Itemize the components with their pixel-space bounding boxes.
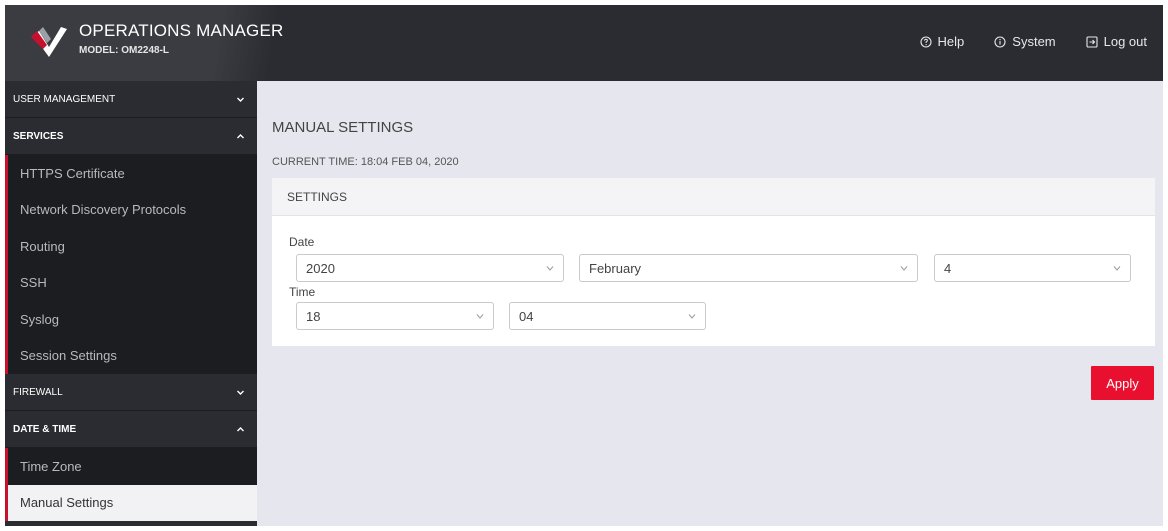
month-select[interactable]: February xyxy=(579,254,918,282)
sidebar-section-label: FIREWALL xyxy=(13,386,63,398)
sidebar-section-services[interactable]: SERVICES xyxy=(5,118,257,155)
help-label: Help xyxy=(937,34,965,49)
logout-label: Log out xyxy=(1103,34,1147,49)
sidebar-section-user-management[interactable]: USER MANAGEMENT xyxy=(5,81,257,118)
date-label: Date xyxy=(289,235,315,249)
sidebar-item-ssh[interactable]: SSH xyxy=(5,264,257,301)
chevron-down-icon xyxy=(546,266,554,271)
settings-panel: SETTINGS Date 2020 February 4 Time 18 04 xyxy=(272,178,1155,346)
current-time: CURRENT TIME: 18:04 FEB 04, 2020 xyxy=(272,156,459,168)
chevron-down-icon xyxy=(476,314,484,319)
top-nav: Help System Log out xyxy=(919,34,1147,49)
minute-select[interactable]: 04 xyxy=(509,302,706,330)
sidebar-section-label: USER MANAGEMENT xyxy=(13,93,116,105)
chevron-up-icon xyxy=(237,426,244,431)
logout-icon xyxy=(1086,35,1098,48)
sidebar-item-https-certificate[interactable]: HTTPS Certificate xyxy=(5,155,257,192)
chevron-up-icon xyxy=(237,133,244,138)
chevron-down-icon xyxy=(237,97,244,102)
sidebar-item-routing[interactable]: Routing xyxy=(5,228,257,265)
sidebar-item-network-discovery-protocols[interactable]: Network Discovery Protocols xyxy=(5,191,257,228)
sidebar-item-session-settings[interactable]: Session Settings xyxy=(5,337,257,374)
chevron-down-icon xyxy=(688,314,696,319)
chevron-down-icon xyxy=(900,266,908,271)
minute-value: 04 xyxy=(519,308,534,324)
logo-icon xyxy=(31,27,67,57)
system-link[interactable]: System xyxy=(994,34,1056,49)
sidebar-section-label: DATE & TIME xyxy=(13,423,77,435)
panel-title: SETTINGS xyxy=(272,178,1155,216)
sidebar: USER MANAGEMENT SERVICES HTTPS Certifica… xyxy=(5,81,257,526)
app-title: OPERATIONS MANAGER xyxy=(79,21,284,40)
sidebar-item-syslog[interactable]: Syslog xyxy=(5,301,257,338)
info-circle-icon xyxy=(994,35,1006,48)
sidebar-section-firewall[interactable]: FIREWALL xyxy=(5,374,257,411)
model-label: MODEL: OM2248-L xyxy=(79,45,170,56)
sidebar-section-date-time[interactable]: DATE & TIME xyxy=(5,411,257,448)
sidebar-item-manual-settings[interactable]: Manual Settings xyxy=(5,484,257,521)
time-label: Time xyxy=(289,285,316,299)
year-select[interactable]: 2020 xyxy=(296,254,564,282)
sidebar-item-time-zone[interactable]: Time Zone xyxy=(5,448,257,485)
help-link[interactable]: Help xyxy=(919,34,965,49)
hour-value: 18 xyxy=(306,308,321,324)
year-value: 2020 xyxy=(306,260,335,276)
day-value: 4 xyxy=(944,260,952,276)
page-title: MANUAL SETTINGS xyxy=(272,119,414,136)
sidebar-section-label: SERVICES xyxy=(13,130,64,142)
month-value: February xyxy=(589,260,642,276)
brand: OPERATIONS MANAGER MODEL: OM2248-L xyxy=(79,21,283,56)
logout-link[interactable]: Log out xyxy=(1086,34,1147,49)
help-circle-icon xyxy=(919,35,932,48)
system-label: System xyxy=(1012,34,1056,49)
app-header: OPERATIONS MANAGER MODEL: OM2248-L Help … xyxy=(5,5,1163,81)
chevron-down-icon xyxy=(1113,266,1121,271)
day-select[interactable]: 4 xyxy=(934,254,1131,282)
hour-select[interactable]: 18 xyxy=(296,302,494,330)
chevron-down-icon xyxy=(237,390,244,395)
main-content: MANUAL SETTINGS CURRENT TIME: 18:04 FEB … xyxy=(257,81,1163,526)
apply-button[interactable]: Apply xyxy=(1091,366,1154,400)
